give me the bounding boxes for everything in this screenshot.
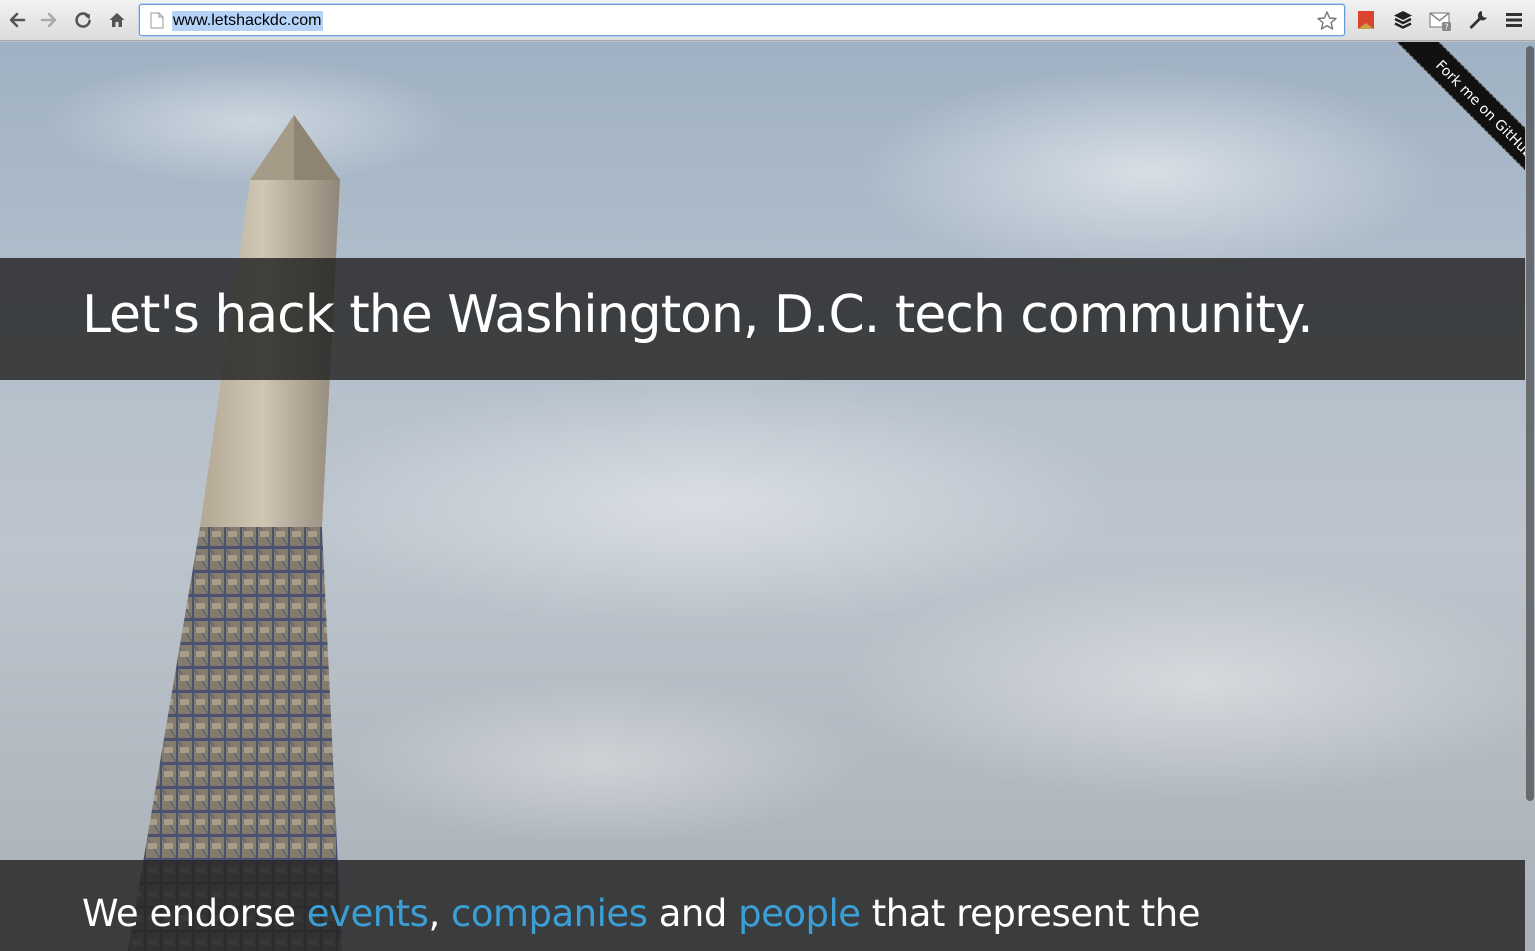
people-link[interactable]: people <box>738 892 861 935</box>
home-icon <box>109 13 125 27</box>
tagline: We endorse events, companies and people … <box>82 888 1200 940</box>
buffer-icon[interactable] <box>1391 8 1415 32</box>
headline-banner: Let's hack the Washington, D.C. tech com… <box>0 258 1525 380</box>
forward-arrow-icon <box>40 12 57 28</box>
page-headline: Let's hack the Washington, D.C. tech com… <box>82 285 1314 345</box>
washington-monument-photo <box>128 115 342 951</box>
scrollbar-thumb[interactable] <box>1526 46 1534 801</box>
tagline-mid: and <box>647 892 739 935</box>
back-button[interactable] <box>3 6 31 34</box>
wrench-icon[interactable] <box>1466 8 1490 32</box>
svg-text:?: ? <box>1444 23 1448 32</box>
browser-toolbar: www.letshackdc.com ? <box>0 0 1535 41</box>
gmail-icon[interactable]: ? <box>1428 8 1452 32</box>
fork-ribbon-container: Fork me on GitHub <box>1355 42 1525 212</box>
tagline-banner: We endorse events, companies and people … <box>0 860 1525 951</box>
tagline-suffix: that represent the <box>860 892 1201 935</box>
tagline-separator: , <box>428 892 451 935</box>
bookmark-extension-icon[interactable] <box>1354 8 1378 32</box>
page-icon <box>150 12 164 29</box>
companies-link[interactable]: companies <box>451 892 648 935</box>
events-link[interactable]: events <box>307 892 429 935</box>
forward-button[interactable] <box>35 6 63 34</box>
address-bar[interactable]: www.letshackdc.com <box>139 4 1345 36</box>
url-text[interactable]: www.letshackdc.com <box>172 11 323 31</box>
vertical-scrollbar[interactable] <box>1525 42 1535 951</box>
tagline-prefix: We endorse <box>82 892 307 935</box>
page-viewport: Let's hack the Washington, D.C. tech com… <box>0 42 1535 951</box>
bookmark-star-icon[interactable] <box>1316 10 1338 32</box>
home-button[interactable] <box>103 6 131 34</box>
reload-icon <box>75 12 91 28</box>
reload-button[interactable] <box>69 6 97 34</box>
back-arrow-icon <box>9 12 26 28</box>
menu-icon[interactable] <box>1502 8 1526 32</box>
fork-me-on-github-ribbon[interactable]: Fork me on GitHub <box>1389 42 1525 205</box>
